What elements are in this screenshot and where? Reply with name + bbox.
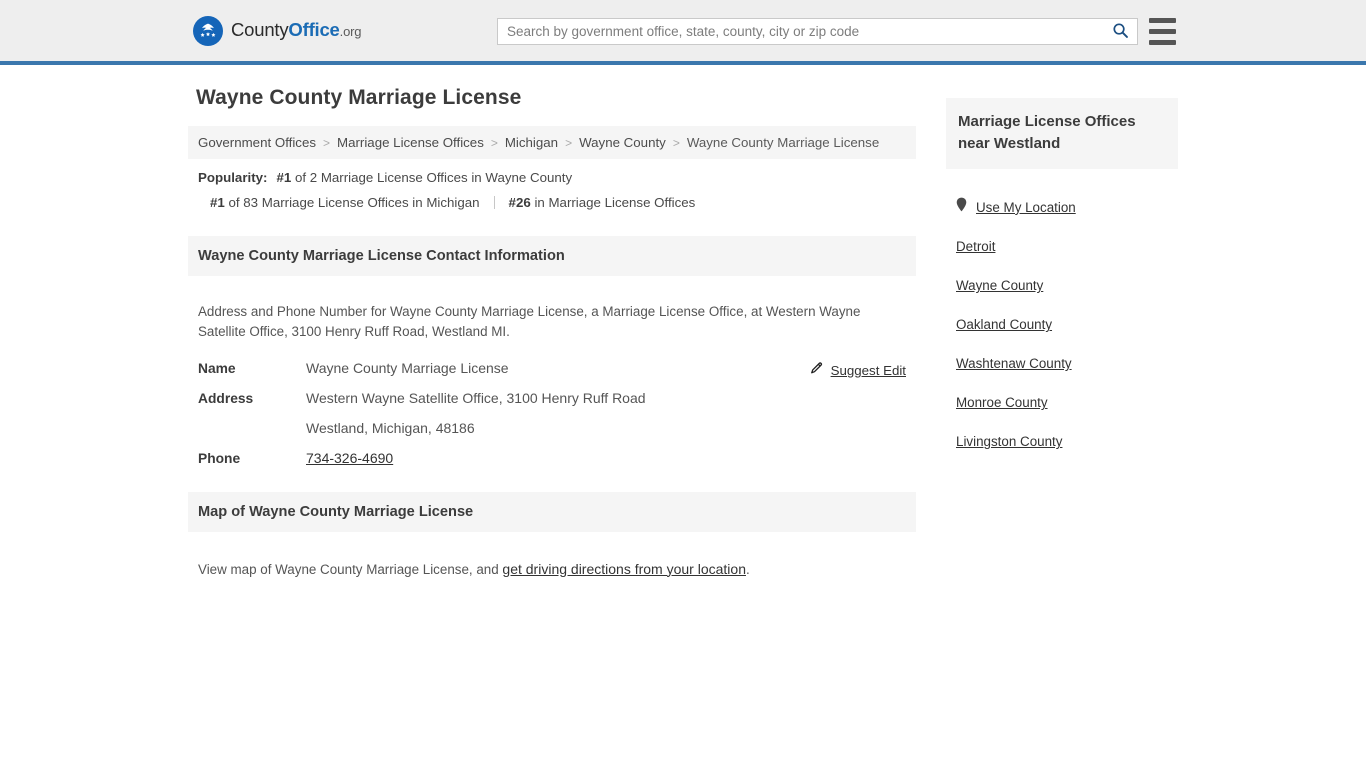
site-logo-text: CountyOffice.org <box>231 21 361 40</box>
contact-detail-table: Suggest Edit Name Wayne County Marriage … <box>198 360 906 466</box>
popularity-secondary-item: #1 of 83 Marriage License Offices in Mic… <box>210 196 480 209</box>
breadcrumb-separator-icon: > <box>323 135 331 150</box>
driving-directions-link[interactable]: get driving directions from your locatio… <box>502 561 746 577</box>
sidebar-item-use-my-location: Use My Location <box>956 197 1178 217</box>
popularity-tertiary-text: in Marriage License Offices <box>534 195 696 211</box>
popularity-primary-row: Popularity: #1 of 2 Marriage License Offi… <box>198 171 906 184</box>
suggest-edit-link[interactable]: Suggest Edit <box>810 361 906 380</box>
content-container: Wayne County Marriage License Government… <box>188 65 1178 580</box>
address-line-1: Western Wayne Satellite Office, 3100 Hen… <box>306 390 646 407</box>
contact-section-heading: Wayne County Marriage License Contact In… <box>188 235 916 276</box>
brand-name-part2: Office <box>288 19 340 41</box>
breadcrumb-item-wayne-county[interactable]: Wayne County <box>579 135 666 150</box>
map-section-heading: Map of Wayne County Marriage License <box>188 492 916 533</box>
popularity-primary-rank: #1 <box>276 170 292 185</box>
phone-number-link[interactable]: 734-326-4690 <box>306 450 393 466</box>
detail-row-phone: Phone 734-326-4690 <box>198 450 906 466</box>
sidebar: Marriage License Offices near Westland U… <box>946 86 1178 451</box>
popularity-primary-text: of 2 Marriage License Offices in Wayne C… <box>294 170 573 185</box>
countyoffice-eagle-logo-icon <box>192 15 224 47</box>
sidebar-item-oakland-county: Oakland County <box>956 316 1178 334</box>
detail-row-address: Address Western Wayne Satellite Office, … <box>198 390 906 406</box>
page-title: Wayne County Marriage License <box>196 86 522 109</box>
sidebar-heading: Marriage License Offices near Westland <box>946 98 1178 169</box>
hamburger-bar-2 <box>1149 29 1176 34</box>
breadcrumb-separator-icon: > <box>672 135 680 150</box>
search-button[interactable] <box>1103 19 1137 44</box>
edit-pencil-icon <box>810 361 824 380</box>
address-line-2: Westland, Michigan, 48186 <box>306 420 475 437</box>
hamburger-bar-1 <box>1149 18 1176 23</box>
name-label: Name <box>198 361 236 377</box>
popularity-secondary-row: #1 of 83 Marriage License Offices in Mic… <box>198 196 906 209</box>
search-icon <box>1112 22 1129 42</box>
sidebar-link-washtenaw-county[interactable]: Washtenaw County <box>956 356 1072 371</box>
sidebar-link-list: Use My Location Detroit Wayne County Oak… <box>946 181 1178 451</box>
breadcrumb-item-marriage-license-offices[interactable]: Marriage License Offices <box>337 135 484 150</box>
search-bar <box>497 18 1138 45</box>
contact-description: Address and Phone Number for Wayne Count… <box>198 303 861 340</box>
sidebar-link-detroit[interactable]: Detroit <box>956 239 995 254</box>
breadcrumb-separator-icon: > <box>490 135 498 150</box>
sidebar-link-wayne-county[interactable]: Wayne County <box>956 278 1043 293</box>
address-label: Address <box>198 391 254 407</box>
use-my-location-row: Use My Location <box>956 197 1178 217</box>
brand-name-part3: .org <box>339 24 362 40</box>
popularity-tertiary-rank: #26 <box>508 195 531 211</box>
breadcrumb-item-current: Wayne County Marriage License <box>686 135 880 150</box>
breadcrumb-item-michigan[interactable]: Michigan <box>505 135 558 150</box>
map-description-text-after: . <box>745 561 750 577</box>
use-my-location-link[interactable]: Use My Location <box>976 200 1076 215</box>
map-section-body: View map of Wayne County Marriage Licens… <box>188 545 916 580</box>
sidebar-item-livingston-county: Livingston County <box>956 433 1178 451</box>
sidebar-link-livingston-county[interactable]: Livingston County <box>956 434 1062 449</box>
sidebar-link-monroe-county[interactable]: Monroe County <box>956 395 1048 410</box>
hamburger-bar-3 <box>1149 40 1176 45</box>
breadcrumb: Government Offices > Marriage License Of… <box>188 126 916 159</box>
suggest-edit-label: Suggest Edit <box>830 363 906 379</box>
sidebar-item-wayne-county: Wayne County <box>956 277 1178 295</box>
brand-name-part1: County <box>231 19 289 41</box>
popularity-divider <box>493 196 495 210</box>
breadcrumb-item-government-offices[interactable]: Government Offices <box>198 135 316 150</box>
popularity-tertiary-item: #26 in Marriage License Offices <box>509 196 696 209</box>
sidebar-item-washtenaw-county: Washtenaw County <box>956 355 1178 373</box>
popularity-secondary-rank: #1 <box>210 195 225 211</box>
phone-label: Phone <box>198 451 241 467</box>
detail-row-address-line-2: Westland, Michigan, 48186 <box>198 420 906 436</box>
site-logo-link[interactable]: CountyOffice.org <box>192 15 361 47</box>
contact-section-body: Address and Phone Number for Wayne Count… <box>188 288 916 467</box>
hamburger-menu-button[interactable] <box>1149 18 1176 45</box>
map-description-text-before: View map of Wayne County Marriage Licens… <box>198 561 503 577</box>
map-description: View map of Wayne County Marriage Licens… <box>198 559 904 580</box>
popularity-label: Popularity: <box>198 170 268 185</box>
popularity-section: Popularity: #1 of 2 Marriage License Offi… <box>188 159 916 210</box>
page-body: Wayne County Marriage License Government… <box>0 65 1366 580</box>
detail-row-name: Name Wayne County Marriage License <box>198 360 906 376</box>
map-pin-icon <box>956 197 967 217</box>
sidebar-link-oakland-county[interactable]: Oakland County <box>956 317 1052 332</box>
search-input[interactable] <box>498 19 1103 44</box>
breadcrumb-separator-icon: > <box>565 135 573 150</box>
sidebar-item-detroit: Detroit <box>956 238 1178 256</box>
popularity-secondary-text: of 83 Marriage License Offices in Michig… <box>228 195 480 211</box>
name-value: Wayne County Marriage License <box>306 360 509 377</box>
main-content: Wayne County Marriage License Government… <box>188 86 916 580</box>
sidebar-item-monroe-county: Monroe County <box>956 394 1178 412</box>
site-header: CountyOffice.org <box>0 0 1366 65</box>
